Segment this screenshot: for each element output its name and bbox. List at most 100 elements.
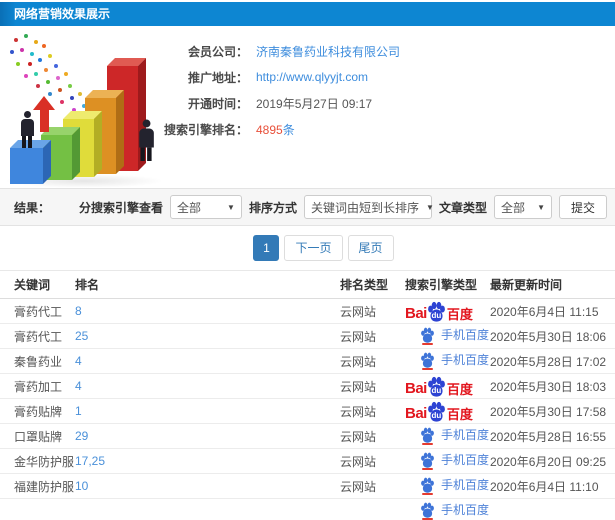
col-header-engine-type: 搜索引擎类型 [405,270,490,299]
baidu-paw-icon [420,502,435,520]
baidu-paw-icon [420,452,435,470]
updated-time-cell: 2020年6月4日 11:15 [490,298,615,324]
info-value[interactable]: http://www.qlyyjt.com [256,70,368,84]
rank-type-cell: 云网站 [340,448,405,474]
sort-filter-label: 排序方式 [248,200,297,215]
col-header-rank-type: 排名类型 [340,270,405,299]
rank-link[interactable]: 4 [75,379,82,393]
mobile-baidu-logo: 手机百度 [420,452,489,470]
rank-type-cell: 云网站 [340,423,405,449]
page-title: 网络营销效果展示 [14,7,111,21]
engine-select[interactable]: 全部 ▼ [169,195,242,219]
rank-link[interactable]: 25 [75,329,88,343]
baidu-paw-icon: du [426,301,447,322]
rank-cell: 1 [75,398,340,424]
rank-type-cell: 云网站 [340,473,405,499]
baidu-paw-icon [420,427,435,445]
rank-cell: 29 [75,423,340,449]
rank-link[interactable]: 10 [75,479,88,493]
table-row: 膏药贴牌 1 云网站 Bai du 百度 2020年5月30日 17:58 [0,398,615,424]
rank-type-cell: 云网站 [340,398,405,424]
updated-time-cell: 2020年5月30日 18:06 [490,323,615,349]
rank-cell: 4 [75,348,340,374]
rank-link[interactable]: 29 [75,429,88,443]
rank-link[interactable]: 8 [75,304,82,318]
engine-type-cell: Bai du 百度 [405,398,490,424]
sort-select[interactable]: 关键词由短到长排序 ▼ [303,195,434,219]
businessman-figure-left [18,111,36,148]
engine-type-cell: Bai du 百度 [405,373,490,399]
rank-link[interactable]: 17,25 [75,454,105,468]
article-type-label: 文章类型 [438,200,487,215]
rank-cell: 8 [75,298,340,324]
submit-button[interactable]: 提交 [558,195,607,219]
keyword-cell [0,499,75,520]
engine-filter-label: 分搜索引擎查看 [78,200,163,215]
rank-type-cell: 云网站 [340,323,405,349]
filter-controls: 分搜索引擎查看 全部 ▼ 排序方式 关键词由短到长排序 ▼ 文章类型 全部 ▼ … [79,195,607,219]
baidu-logo: Bai du 百度 [405,301,473,322]
page-header: 网络营销效果展示 [0,2,615,26]
info-value[interactable]: 济南秦鲁药业科技有限公司 [256,43,400,60]
next-page-button[interactable]: 下一页 [284,235,343,261]
baidu-paw-icon: du [426,401,447,422]
updated-time-cell [490,499,615,520]
keyword-cell: 口罩贴牌 [0,423,75,449]
info-value: 4895条 [256,121,295,138]
last-page-button[interactable]: 尾页 [347,235,394,261]
rank-cell: 10 [75,473,340,499]
col-header-keyword: 关键词 [0,270,75,299]
engine-type-cell: 手机百度 [405,499,490,520]
businessman-figure-right [135,119,157,161]
rank-type-cell: 云网站 [340,298,405,324]
pagination: 1 下一页 尾页 [0,226,615,270]
keyword-ranking-table: 关键词 排名 排名类型 搜索引擎类型 最新更新时间 膏药代工 8 云网站 Bai d… [0,270,615,520]
page-number-current[interactable]: 1 [253,235,280,261]
filter-bar: 结果： 分搜索引擎查看 全部 ▼ 排序方式 关键词由短到长排序 ▼ 文章类型 全… [0,188,615,226]
keyword-cell: 膏药加工 [0,373,75,399]
table-header-row: 关键词 排名 排名类型 搜索引擎类型 最新更新时间 [0,270,615,299]
updated-time-cell: 2020年5月30日 17:58 [490,398,615,424]
mobile-baidu-logo: 手机百度 [420,502,489,520]
col-header-updated: 最新更新时间 [490,270,615,299]
engine-type-cell: 手机百度 [405,323,490,349]
keyword-cell: 秦鲁药业 [0,348,75,374]
baidu-logo: Bai du 百度 [405,376,473,397]
keyword-cell: 膏药代工 [0,298,75,324]
sort-select-value: 关键词由短到长排序 [310,200,419,215]
info-value: 2019年5月27日 09:17 [256,96,373,111]
marketing-report-page: 网络营销效果展示 会员公司： 济南秦鲁药业科技有限公司 推广地址： http://ww… [0,0,615,520]
table-row: 口罩贴牌 29 云网站 手机百度 2020年5月28日 16:55 [0,423,615,449]
illustration-bar-blue [10,148,43,184]
table-row: 秦鲁药业 4 云网站 手机百度 2020年5月28日 17:02 [0,348,615,374]
rank-cell: 17,25 [75,448,340,474]
mobile-baidu-logo: 手机百度 [420,327,489,345]
up-arrow-icon [33,96,55,134]
keyword-cell: 福建防护服 [0,473,75,499]
rank-cell: 25 [75,323,340,349]
ranking-count: 4895 [256,122,283,137]
rank-type-cell: 云网站 [340,373,405,399]
updated-time-cell: 2020年6月4日 11:10 [490,473,615,499]
keyword-cell: 金华防护服 [0,448,75,474]
keyword-cell: 膏药代工 [0,323,75,349]
caret-down-icon: ▼ [227,202,235,212]
caret-down-icon: ▼ [425,202,434,212]
article-type-select[interactable]: 全部 ▼ [493,195,552,219]
updated-time-cell: 2020年5月28日 17:02 [490,348,615,374]
info-section: 会员公司： 济南秦鲁药业科技有限公司 推广地址： http://www.qlyyjt.… [0,26,615,188]
baidu-logo: Bai du 百度 [405,401,473,422]
updated-time-cell: 2020年5月30日 18:03 [490,373,615,399]
baidu-paw-icon: du [426,376,447,397]
baidu-paw-icon [420,477,435,495]
updated-time-cell: 2020年5月28日 16:55 [490,423,615,449]
rank-type-cell [340,499,405,520]
mobile-baidu-logo: 手机百度 [420,477,489,495]
table-row: 膏药代工 8 云网站 Bai du 百度 2020年6月4日 11:15 [0,298,615,324]
table-row: 手机百度 [0,499,615,520]
rank-link[interactable]: 4 [75,354,82,368]
table-row: 金华防护服 17,25 云网站 手机百度 2020年6月20日 09:25 [0,448,615,474]
baidu-paw-icon [420,352,435,370]
table-row: 膏药代工 25 云网站 手机百度 2020年5月30日 18:06 [0,323,615,349]
rank-link[interactable]: 1 [75,404,82,418]
